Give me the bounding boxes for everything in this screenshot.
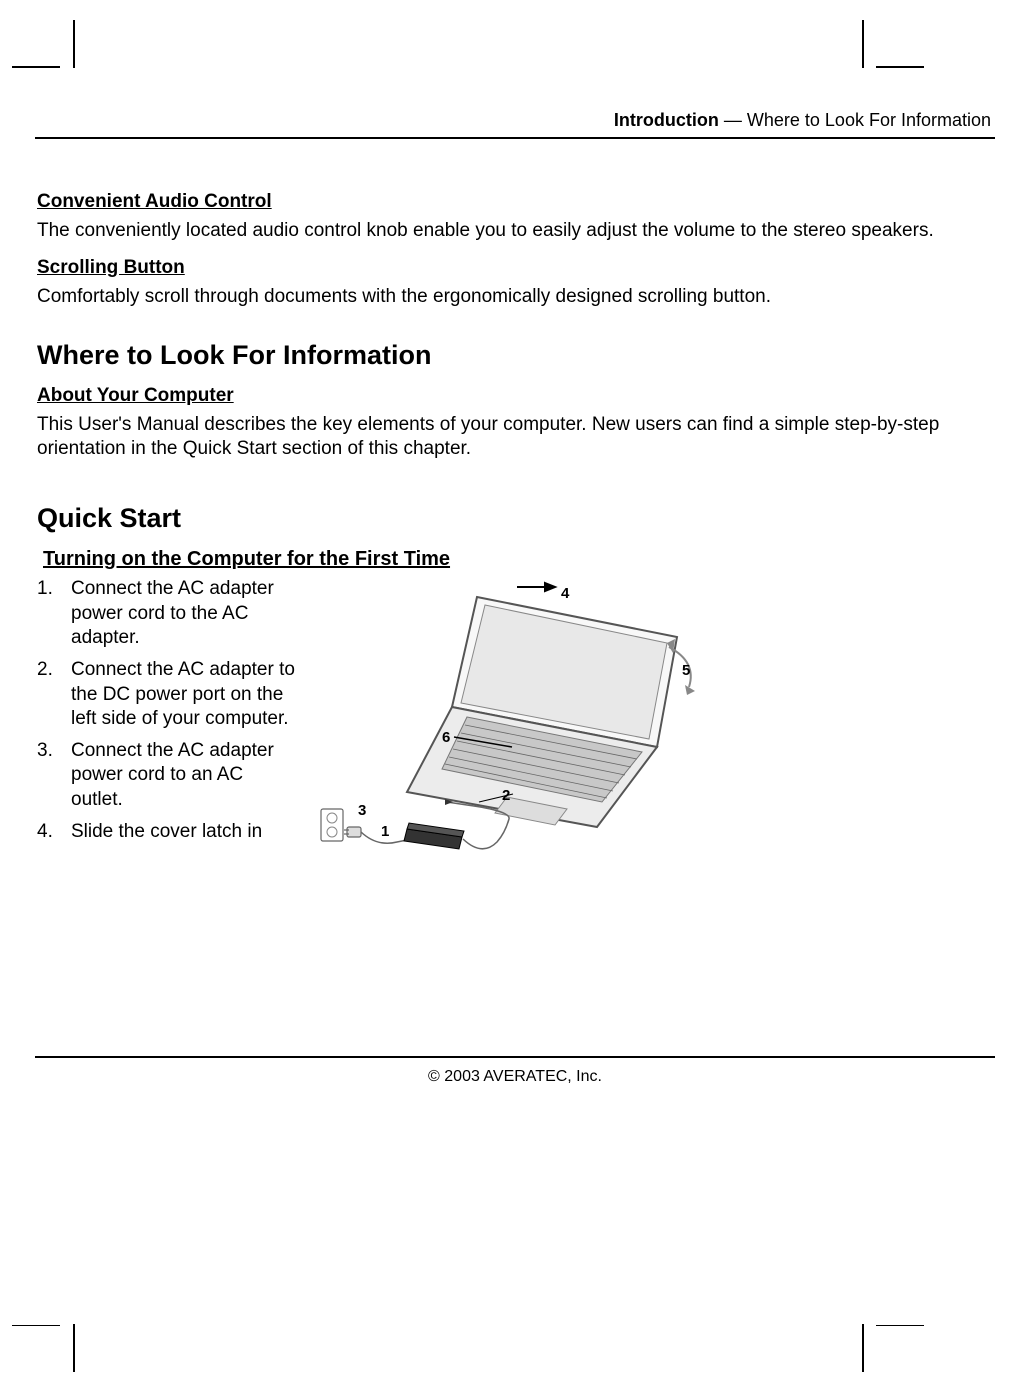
laptop-svg [297,567,717,867]
heading-scrolling-button: Scrolling Button [37,257,993,279]
header-section: Introduction [614,110,719,130]
copyright: © 2003 AVERATEC, Inc. [35,1056,995,1086]
crop-mark [876,1325,924,1327]
para-audio-control: The conveniently located audio control k… [37,219,993,243]
para-about-computer: This User's Manual describes the key ele… [37,413,993,462]
heading-audio-control: Convenient Audio Control [37,191,993,213]
running-header: Introduction — Where to Look For Informa… [35,110,995,139]
header-separator: — [719,110,747,130]
crop-mark [862,1324,864,1372]
heading-where-to-look: Where to Look For Information [37,340,993,371]
step-item: Slide the cover latch in [37,820,299,844]
crop-mark [12,1325,60,1327]
crop-mark [73,1324,75,1372]
laptop-illustration: 4 5 6 2 3 1 [307,577,993,867]
page-footer: © 2003 AVERATEC, Inc. [35,1056,995,1086]
callout-3: 3 [358,802,366,819]
callout-5: 5 [682,662,690,679]
para-scrolling-button: Comfortably scroll through documents wit… [37,285,993,309]
step-item: Connect the AC adapter to the DC power p… [37,658,299,731]
callout-2: 2 [502,787,510,804]
callout-6: 6 [442,729,450,746]
heading-about-computer: About Your Computer [37,385,993,407]
page-content: Introduction — Where to Look For Informa… [35,0,995,867]
step-item: Connect the AC adapter power cord to the… [37,577,299,650]
quick-start-row: Connect the AC adapter power cord to the… [37,577,993,867]
step-item: Connect the AC adapter power cord to an … [37,739,299,812]
header-subsection: Where to Look For Information [747,110,991,130]
callout-4: 4 [561,585,569,602]
steps-list: Connect the AC adapter power cord to the… [37,577,299,852]
callout-1: 1 [381,823,389,840]
heading-quick-start: Quick Start [37,503,993,534]
body-content: Convenient Audio Control The convenientl… [35,139,995,867]
